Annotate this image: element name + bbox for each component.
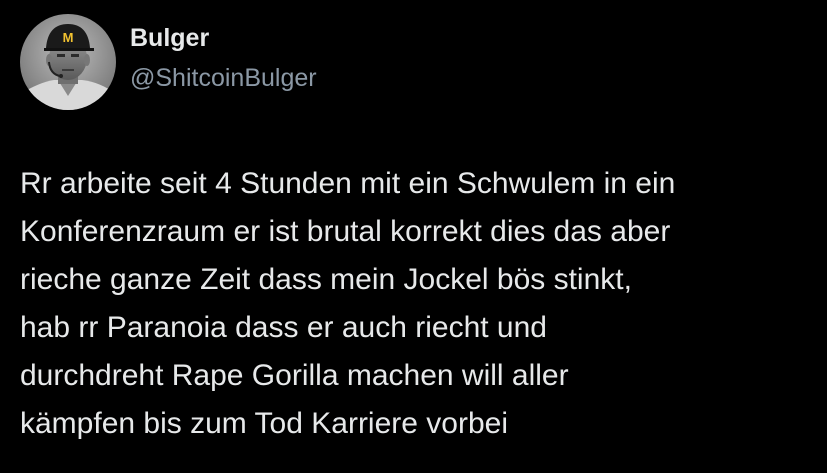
display-name[interactable]: Bulger	[130, 22, 317, 54]
tweet-text-line: hab rr Paranoia dass er auch riecht und	[20, 311, 547, 344]
avatar[interactable]: M	[20, 14, 116, 110]
tweet-text-line: Konferenzraum er ist brutal korrekt dies…	[20, 215, 671, 248]
author-info: Bulger @ShitcoinBulger	[130, 22, 317, 94]
avatar-image: M	[20, 14, 116, 110]
tweet-text-line: rieche ganze Zeit dass mein Jockel bös s…	[20, 263, 632, 296]
tweet-text: Rr arbeite seit 4 Stunden mit ein Schwul…	[20, 160, 815, 448]
tweet-text-line: Rr arbeite seit 4 Stunden mit ein Schwul…	[20, 167, 676, 200]
mcdonalds-logo-icon: M	[63, 30, 74, 45]
tweet-text-line: kämpfen bis zum Tod Karriere vorbei	[20, 407, 508, 440]
tweet-card: M Bulger @ShitcoinBulger Rr arbeite seit…	[0, 0, 827, 473]
user-handle[interactable]: @ShitcoinBulger	[130, 62, 317, 94]
tweet-text-line: durchdreht Rape Gorilla machen will alle…	[20, 359, 569, 392]
